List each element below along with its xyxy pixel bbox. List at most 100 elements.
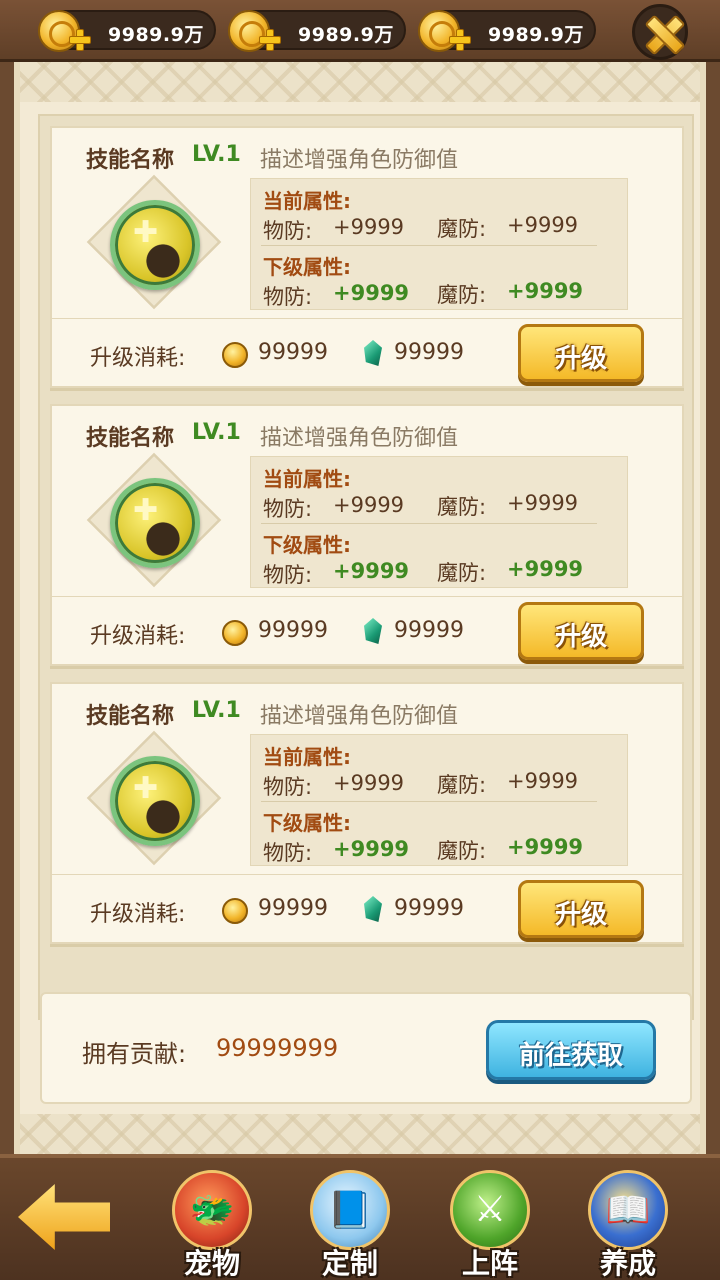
next-phys-value: +9999: [333, 559, 410, 583]
coin-icon: [222, 620, 248, 646]
divider: [261, 801, 597, 802]
current-magic-value: +9999: [507, 769, 579, 793]
currency-pill-2[interactable]: 9989.9万: [228, 10, 406, 52]
current-phys-value: +9999: [333, 771, 405, 795]
next-magic-value: +9999: [507, 279, 584, 303]
attribute-box: 当前属性: 物防: +9999 魔防: +9999 下级属性: 物防: +999…: [250, 456, 628, 588]
cost-label: 升级消耗:: [90, 902, 186, 927]
upgrade-button-label: 升级: [554, 900, 607, 930]
nav-item-pet[interactable]: 🐲 宠物: [164, 1168, 260, 1280]
skill-card: 技能名称 LV.1 描述增强角色防御值 当前属性: 物防: +9999 魔防: …: [50, 682, 684, 944]
nav-label: 养成: [599, 1247, 656, 1280]
gem-icon: [364, 340, 382, 366]
close-icon[interactable]: [632, 4, 688, 60]
current-phys-label: 物防:: [263, 497, 313, 521]
sword-laurel-icon: ⚔: [450, 1170, 530, 1250]
skill-level: LV.1: [192, 142, 241, 167]
upgrade-button-label: 升级: [554, 344, 607, 374]
next-phys-label: 物防:: [263, 285, 313, 309]
next-attr-header: 下级属性:: [263, 811, 351, 835]
currency-pill-1[interactable]: 9989.9万: [38, 10, 216, 52]
nav-label: 定制: [321, 1247, 378, 1280]
nav-label: 上阵: [461, 1247, 518, 1280]
skill-name: 技能名称: [86, 148, 175, 173]
upgrade-button-label: 升级: [554, 622, 607, 652]
upgrade-button[interactable]: 升级: [518, 880, 644, 938]
currency-pill-3[interactable]: 9989.9万: [418, 10, 596, 52]
coin-icon: [222, 342, 248, 368]
current-attr-header: 当前属性:: [263, 189, 351, 213]
next-phys-label: 物防:: [263, 563, 313, 587]
cost-coin-value: 99999: [258, 896, 328, 921]
cost-label: 升级消耗:: [90, 346, 186, 371]
divider: [261, 523, 597, 524]
skill-level: LV.1: [192, 420, 241, 445]
attribute-box: 当前属性: 物防: +9999 魔防: +9999 下级属性: 物防: +999…: [250, 178, 628, 310]
next-magic-label: 魔防:: [437, 839, 487, 863]
upgrade-button[interactable]: 升级: [518, 324, 644, 382]
attribute-box: 当前属性: 物防: +9999 魔防: +9999 下级属性: 物防: +999…: [250, 734, 628, 866]
skill-panel: 技能名称 LV.1 描述增强角色防御值 当前属性: 物防: +9999 魔防: …: [14, 62, 706, 1154]
next-magic-value: +9999: [507, 557, 584, 581]
card-divider: [52, 318, 682, 319]
next-attr-header: 下级属性:: [263, 533, 351, 557]
next-attr-header: 下级属性:: [263, 255, 351, 279]
cost-gem-value: 99999: [394, 340, 464, 365]
back-arrow-icon[interactable]: [18, 1184, 110, 1250]
next-magic-label: 魔防:: [437, 561, 487, 585]
plus-icon[interactable]: [68, 28, 91, 51]
go-obtain-button-label: 前往获取: [518, 1041, 623, 1071]
current-attr-header: 当前属性:: [263, 467, 351, 491]
nav-item-deploy[interactable]: ⚔ 上阵: [442, 1168, 538, 1280]
cost-gem-value: 99999: [394, 618, 464, 643]
skill-level: LV.1: [192, 698, 241, 723]
skill-card: 技能名称 LV.1 描述增强角色防御值 当前属性: 物防: +9999 魔防: …: [50, 404, 684, 666]
current-magic-label: 魔防:: [437, 495, 487, 519]
next-magic-value: +9999: [507, 835, 584, 859]
shield-skill-icon[interactable]: [110, 756, 200, 846]
cost-coin-value: 99999: [258, 618, 328, 643]
panel-pattern-top: [20, 62, 700, 102]
pet-dragon-icon: 🐲: [172, 1170, 252, 1250]
gem-icon: [364, 618, 382, 644]
current-phys-label: 物防:: [263, 775, 313, 799]
current-magic-label: 魔防:: [437, 217, 487, 241]
upgrade-button[interactable]: 升级: [518, 602, 644, 660]
skill-description: 描述增强角色防御值: [260, 704, 459, 729]
cost-coin-value: 99999: [258, 340, 328, 365]
plus-icon[interactable]: [448, 28, 471, 51]
training-book-icon: 📖: [588, 1170, 668, 1250]
back-arrow-shape: [18, 1184, 110, 1250]
cost-gem-value: 99999: [394, 896, 464, 921]
current-magic-value: +9999: [507, 213, 579, 237]
contribution-label: 拥有贡献:: [82, 1040, 187, 1068]
divider: [261, 245, 597, 246]
nav-item-train[interactable]: 📖 养成: [580, 1168, 676, 1280]
contribution-box: 拥有贡献: 99999999 前往获取: [40, 992, 692, 1104]
current-phys-label: 物防:: [263, 219, 313, 243]
skill-card: 技能名称 LV.1 描述增强角色防御值 当前属性: 物防: +9999 魔防: …: [50, 126, 684, 388]
bottom-nav: 🐲 宠物 📘 定制 ⚔ 上阵 📖 养成: [0, 1154, 720, 1280]
skill-name: 技能名称: [86, 704, 175, 729]
next-magic-label: 魔防:: [437, 283, 487, 307]
book-custom-icon: 📘: [310, 1170, 390, 1250]
currency-amount: 9989.9万: [108, 24, 204, 46]
skill-list[interactable]: 技能名称 LV.1 描述增强角色防御值 当前属性: 物防: +9999 魔防: …: [38, 114, 694, 1020]
panel-pattern-bottom: [20, 1114, 700, 1154]
top-bar: 9989.9万 9989.9万 9989.9万: [0, 0, 720, 62]
shield-skill-icon[interactable]: [110, 200, 200, 290]
plus-icon[interactable]: [258, 28, 281, 51]
shield-skill-icon[interactable]: [110, 478, 200, 568]
skill-description: 描述增强角色防御值: [260, 148, 459, 173]
currency-amount: 9989.9万: [488, 24, 584, 46]
go-obtain-button[interactable]: 前往获取: [486, 1020, 656, 1080]
next-phys-value: +9999: [333, 837, 410, 861]
contribution-value: 99999999: [216, 1034, 339, 1062]
nav-label: 宠物: [183, 1247, 240, 1280]
current-phys-value: +9999: [333, 493, 405, 517]
skill-description: 描述增强角色防御值: [260, 426, 459, 451]
nav-item-custom[interactable]: 📘 定制: [302, 1168, 398, 1280]
card-divider: [52, 874, 682, 875]
gem-icon: [364, 896, 382, 922]
current-attr-header: 当前属性:: [263, 745, 351, 769]
